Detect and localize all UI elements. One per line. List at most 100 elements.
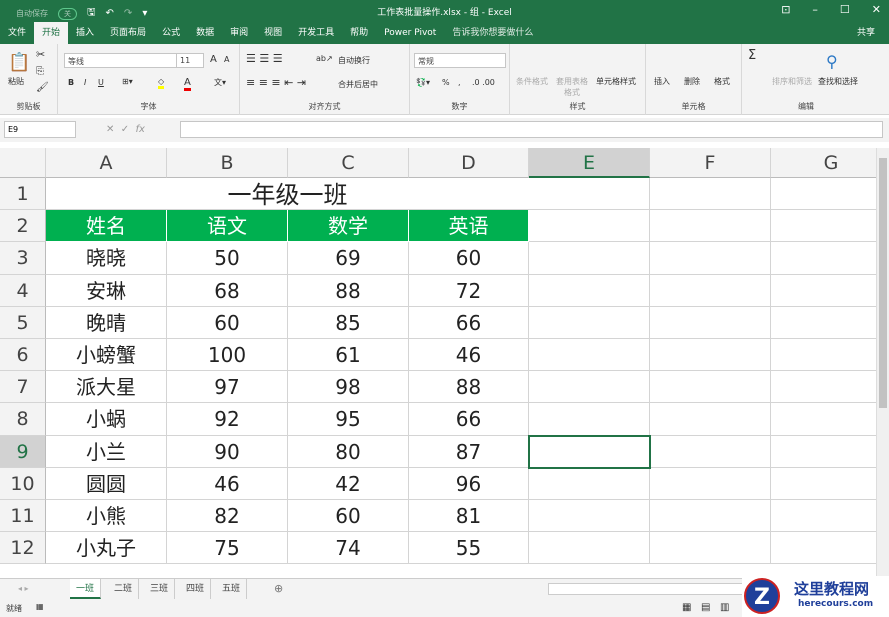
data-cell[interactable]: 小兰	[46, 435, 167, 468]
data-cell[interactable]: 50	[167, 242, 288, 275]
add-sheet-icon[interactable]: ⊕	[274, 582, 283, 595]
cell[interactable]	[771, 307, 876, 339]
sheet-tab-2[interactable]: 二班	[108, 579, 140, 599]
cell[interactable]	[529, 500, 650, 533]
maximize-button[interactable]: ☐	[840, 3, 850, 16]
cell[interactable]	[771, 339, 876, 372]
column-header-B[interactable]: B	[167, 148, 288, 178]
sheet-tab-5[interactable]: 五班	[216, 579, 248, 599]
autosum-button[interactable]: Σ	[748, 48, 756, 63]
data-cell[interactable]: 55	[409, 532, 529, 565]
paste-icon[interactable]: 📋	[8, 52, 30, 73]
cell[interactable]	[650, 435, 771, 468]
header-cell[interactable]: 英语	[409, 210, 529, 243]
conditional-format-button[interactable]: 条件格式	[516, 76, 548, 87]
shrink-font-button[interactable]: A	[224, 55, 229, 64]
header-cell[interactable]: 语文	[167, 210, 288, 243]
cell-styles-button[interactable]: 单元格样式	[596, 76, 636, 87]
sort-filter-button[interactable]: 排序和筛选	[772, 76, 812, 87]
column-header-A[interactable]: A	[46, 148, 167, 178]
data-cell[interactable]: 61	[288, 339, 409, 372]
data-cell[interactable]: 80	[288, 435, 409, 468]
font-name-select[interactable]: 等线	[64, 53, 180, 68]
underline-button[interactable]: U	[98, 78, 104, 87]
data-cell[interactable]: 60	[167, 306, 288, 339]
cell[interactable]	[771, 500, 876, 533]
data-cell[interactable]: 66	[409, 403, 529, 436]
data-cell[interactable]: 42	[288, 467, 409, 500]
formula-input[interactable]	[180, 121, 883, 138]
row-header-8[interactable]: 8	[0, 403, 46, 436]
cell[interactable]	[650, 306, 771, 339]
data-cell[interactable]: 69	[288, 242, 409, 275]
vertical-scrollbar[interactable]	[876, 148, 889, 578]
tab-scroll-arrows[interactable]: ◂ ▸	[18, 584, 29, 593]
data-cell[interactable]: 圆圆	[46, 467, 167, 500]
row-header-2[interactable]: 2	[0, 210, 46, 243]
header-cell[interactable]: 姓名	[46, 210, 167, 243]
wrap-text-button[interactable]: 自动换行	[338, 55, 370, 66]
data-cell[interactable]: 75	[167, 532, 288, 565]
data-cell[interactable]: 晓晓	[46, 242, 167, 275]
cell[interactable]	[650, 339, 771, 372]
row-header-11[interactable]: 11	[0, 500, 46, 533]
select-all-corner[interactable]	[0, 148, 46, 178]
ribbon-tab-5[interactable]: 数据	[188, 22, 222, 44]
italic-button[interactable]: I	[84, 78, 86, 87]
macro-icon[interactable]: ▦	[36, 602, 44, 611]
cell[interactable]	[771, 532, 876, 565]
row-header-9[interactable]: 9	[0, 435, 46, 468]
data-cell[interactable]: 60	[409, 242, 529, 275]
data-cell[interactable]: 小丸子	[46, 532, 167, 565]
tell-me-search[interactable]: 告诉我你想要做什么	[444, 22, 541, 44]
number-format-select[interactable]: 常规	[414, 53, 506, 68]
ribbon-tab-0[interactable]: 文件	[0, 22, 34, 44]
data-cell[interactable]: 安琳	[46, 274, 167, 307]
column-header-F[interactable]: F	[650, 148, 771, 178]
align-top-icons[interactable]: ☰ ☰ ☰	[246, 52, 283, 65]
ribbon-tab-2[interactable]: 插入	[68, 22, 102, 44]
data-cell[interactable]: 60	[288, 500, 409, 533]
data-cell[interactable]: 晚晴	[46, 306, 167, 339]
selected-cell-E9[interactable]	[528, 434, 651, 469]
sheet-tab-3[interactable]: 三班	[144, 579, 176, 599]
cell[interactable]	[771, 371, 876, 404]
cell[interactable]	[650, 500, 771, 533]
data-cell[interactable]: 74	[288, 532, 409, 565]
column-header-D[interactable]: D	[409, 148, 529, 178]
font-size-select[interactable]: 11	[176, 53, 204, 68]
cell[interactable]	[650, 371, 771, 404]
ribbon-tab-6[interactable]: 审阅	[222, 22, 256, 44]
borders-icon[interactable]: ⊞▾	[122, 77, 133, 86]
delete-cells-button[interactable]: 删除	[684, 76, 700, 87]
cell[interactable]	[650, 210, 771, 243]
cell[interactable]	[529, 339, 650, 372]
data-cell[interactable]: 82	[167, 500, 288, 533]
share-button[interactable]: 共享	[849, 22, 883, 44]
data-cell[interactable]: 96	[409, 467, 529, 500]
cell[interactable]	[650, 467, 771, 500]
bold-button[interactable]: B	[68, 78, 74, 87]
ribbon-display-icon[interactable]: ⊡	[781, 3, 790, 16]
header-cell[interactable]: 数学	[288, 210, 409, 243]
ribbon-tab-1[interactable]: 开始	[34, 22, 69, 44]
format-painter-icon[interactable]: 🖌	[36, 82, 49, 93]
name-box[interactable]: E9	[4, 121, 76, 138]
orientation-icon[interactable]: ab↗	[316, 54, 333, 63]
cell[interactable]	[529, 306, 650, 339]
minimize-button[interactable]: –	[812, 3, 818, 16]
row-header-6[interactable]: 6	[0, 339, 46, 372]
cell[interactable]	[650, 274, 771, 307]
phonetic-icon[interactable]: 文▾	[214, 77, 226, 88]
grow-font-button[interactable]: A	[210, 54, 217, 65]
cell[interactable]	[529, 210, 650, 243]
data-cell[interactable]: 派大星	[46, 371, 167, 404]
row-header-10[interactable]: 10	[0, 467, 46, 500]
sheet-title[interactable]: 一年级一班	[46, 178, 529, 211]
ribbon-tab-7[interactable]: 视图	[256, 22, 290, 44]
cell[interactable]	[771, 275, 876, 307]
column-header-E[interactable]: E	[529, 148, 650, 178]
cut-icon[interactable]: ✂	[36, 48, 45, 61]
row-header-1[interactable]: 1	[0, 178, 46, 211]
data-cell[interactable]: 87	[409, 435, 529, 468]
